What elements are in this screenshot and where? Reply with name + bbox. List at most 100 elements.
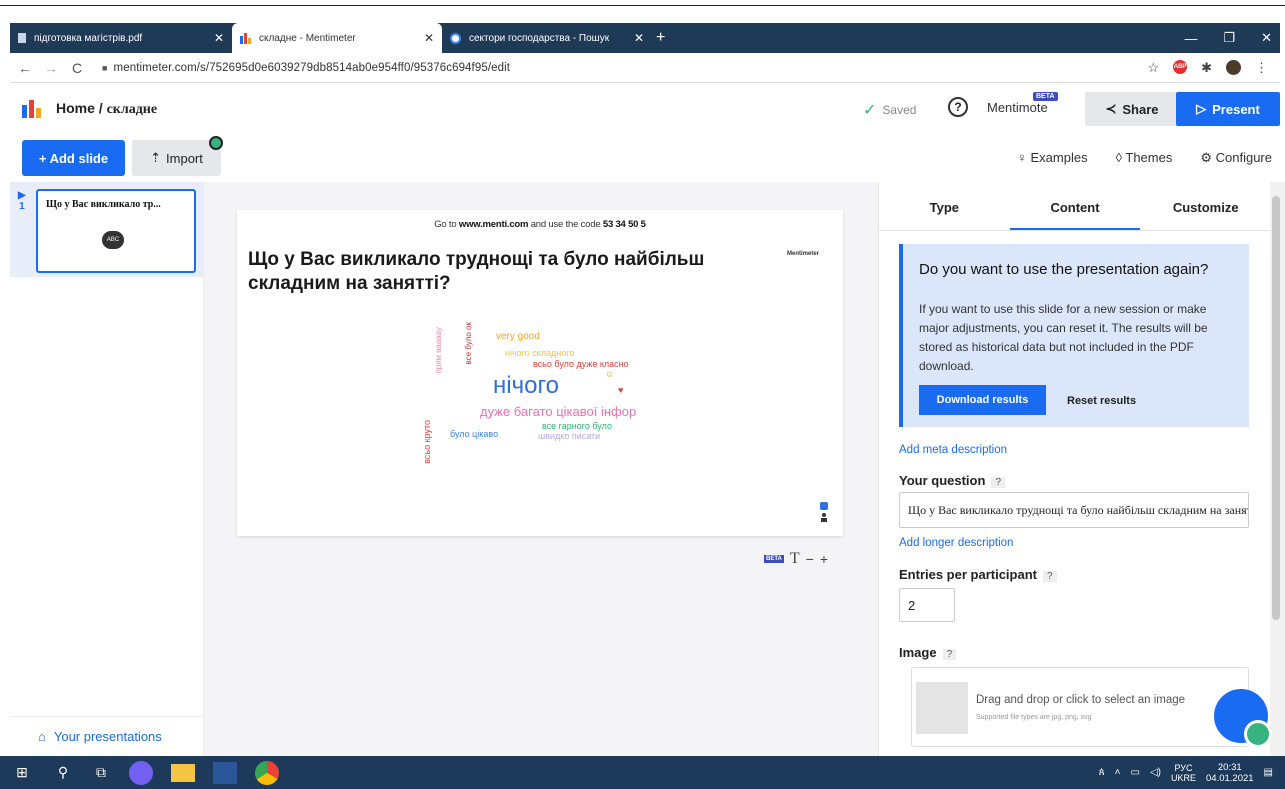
your-question-label: Your question? [899, 473, 1005, 488]
slide-preview[interactable]: Go to www.menti.com and use the code 53 … [237, 210, 843, 536]
configure-link[interactable]: ⚙ Configure [1200, 150, 1272, 166]
forward-icon[interactable]: → [40, 60, 62, 76]
word-nichoho: нічого [493, 372, 560, 399]
slide-canvas: Go to www.menti.com and use the code 53 … [204, 182, 878, 756]
help-icon[interactable]: ? [942, 649, 957, 660]
help-icon[interactable]: ? [948, 97, 968, 117]
chrome-icon[interactable] [246, 756, 288, 789]
join-prefix: Go to [434, 219, 459, 230]
browser-tab-mentimeter[interactable]: складне - Mentimeter ✕ [232, 23, 442, 53]
examples-label: Examples [1030, 150, 1088, 165]
add-meta-description-link[interactable]: Add meta description [899, 444, 1007, 456]
examples-link[interactable]: ♀ Examples [1017, 150, 1087, 166]
check-icon: ✓ [863, 102, 877, 119]
join-url: www.menti.com [458, 219, 529, 230]
slide-thumbnail[interactable]: Що у Вас викликало тр... ABC [36, 189, 196, 273]
image-dropzone[interactable]: Drag and drop or click to select an imag… [911, 667, 1249, 747]
people-icon[interactable]: ጰ [1099, 767, 1105, 778]
question-input[interactable]: Що у Вас викликало труднощі та було найб… [899, 492, 1249, 528]
browser-tab-pdf[interactable]: підготовка магістрів.pdf ✕ [10, 23, 232, 53]
present-label: Present [1212, 101, 1260, 117]
minimize-icon[interactable]: — [1184, 31, 1197, 46]
notifications-icon[interactable]: ▤ [1264, 767, 1273, 778]
share-label: Share [1122, 101, 1159, 117]
breadcrumb-current[interactable]: складне [107, 102, 158, 117]
avatar[interactable] [1226, 60, 1241, 75]
tab-customize[interactable]: Customize [1140, 200, 1271, 230]
word-duzhe-bahato: дуже багато цікавої інфор [480, 404, 637, 419]
dropzone-text: Drag and drop or click to select an imag… [976, 694, 1186, 706]
close-window-icon[interactable]: ✕ [1261, 30, 1272, 46]
breadcrumb-separator: / [94, 100, 107, 116]
browser-tab-google[interactable]: сектори господарства - Пошук ✕ [442, 23, 652, 53]
decrease-icon[interactable]: − [806, 551, 814, 567]
saved-status: ✓ Saved [863, 100, 916, 120]
volume-icon[interactable]: ◁) [1150, 767, 1161, 778]
saved-label: Saved [882, 103, 917, 117]
reload-icon[interactable]: C [66, 60, 88, 76]
increase-icon[interactable]: + [820, 551, 828, 567]
word-vso-bulo-klasno: всьо було дуже класно [533, 359, 629, 369]
present-button[interactable]: ▷ Present [1176, 92, 1280, 126]
tab-content[interactable]: Content [1009, 200, 1141, 230]
clock[interactable]: 20:31 04.01.2021 [1206, 762, 1254, 784]
help-icon[interactable]: ? [1042, 571, 1057, 582]
themes-link[interactable]: ◊ Themes [1116, 150, 1173, 166]
your-presentations-link[interactable]: ⌂ Your presentations [10, 716, 204, 756]
adblock-icon[interactable]: ABP [1173, 60, 1188, 74]
network-icon[interactable]: ▭ [1131, 767, 1140, 778]
puzzle-icon[interactable]: ✱ [1201, 60, 1212, 76]
back-icon[interactable]: ← [14, 60, 36, 76]
word-bulo-tsikavo: було цікаво [450, 429, 499, 439]
breadcrumb-home[interactable]: Home [56, 100, 95, 116]
restore-icon[interactable]: ❐ [1223, 30, 1235, 46]
file-explorer-icon[interactable] [162, 756, 204, 789]
your-presentations-label: Your presentations [53, 729, 162, 744]
import-button[interactable]: ⇡ Import [132, 140, 221, 176]
entries-input[interactable]: 2 [899, 588, 955, 622]
add-longer-description-link[interactable]: Add longer description [899, 537, 1013, 549]
close-icon[interactable]: ✕ [634, 31, 644, 45]
pdf-icon [18, 33, 26, 43]
add-slide-button[interactable]: + Add slide [22, 140, 125, 176]
close-icon[interactable]: ✕ [424, 31, 434, 45]
lightbulb-icon: ♀ [1017, 150, 1031, 165]
entries-text: Entries per participant [899, 567, 1037, 582]
mentimeter-favicon-icon [240, 32, 251, 44]
menu-icon[interactable]: ⋮ [1255, 60, 1268, 76]
language-indicator[interactable]: РУС UKRE [1171, 763, 1196, 783]
word-vse-bulo-ok: все було ок [464, 322, 473, 365]
mentimote-button[interactable]: Mentimote [987, 100, 1048, 115]
viber-icon[interactable] [120, 756, 162, 789]
chevron-up-icon[interactable]: ˄ [1115, 767, 1121, 778]
scrollbar-thumb[interactable] [1272, 196, 1280, 620]
gear-icon: ⚙ [1200, 150, 1216, 165]
your-question-text: Your question [899, 473, 986, 488]
scrollbar[interactable] [1270, 182, 1285, 756]
image-placeholder [916, 682, 968, 734]
participants-icon [820, 502, 828, 522]
mentimeter-logo-icon[interactable] [22, 100, 42, 118]
help-icon[interactable]: ? [991, 477, 1005, 488]
text-size-controls: BETA T − + [764, 550, 828, 568]
url-field[interactable]: ■ mentimeter.com/s/752695d0e6039279db8514… [102, 62, 510, 74]
clock-date: 04.01.2021 [1206, 772, 1254, 784]
word-icon[interactable] [204, 756, 246, 789]
configure-label: Configure [1215, 150, 1272, 165]
new-tab-icon[interactable]: + [656, 29, 665, 47]
text-size-icon[interactable]: T [790, 550, 800, 568]
tab-type[interactable]: Type [879, 200, 1010, 230]
task-view-icon[interactable]: ⧉ [82, 756, 120, 789]
download-results-button[interactable]: Download results [919, 385, 1046, 415]
search-icon[interactable]: ⚲ [44, 756, 82, 789]
tab-divider [879, 230, 1271, 231]
reuse-info-box: Do you want to use the presentation agai… [899, 244, 1249, 427]
slide-title: Що у Вас викликало труднощі та було найб… [248, 249, 705, 294]
reset-results-button[interactable]: Reset results [1067, 395, 1136, 407]
lang-layout: UKRE [1170, 772, 1196, 783]
windows-start-icon[interactable]: ⊞ [0, 756, 44, 789]
share-button[interactable]: ≺ Share [1085, 92, 1179, 126]
slide-item-1[interactable]: ▶ 1 Що у Вас викликало тр... ABC [10, 182, 204, 277]
close-icon[interactable]: ✕ [214, 31, 224, 45]
star-icon[interactable]: ☆ [1147, 60, 1159, 76]
